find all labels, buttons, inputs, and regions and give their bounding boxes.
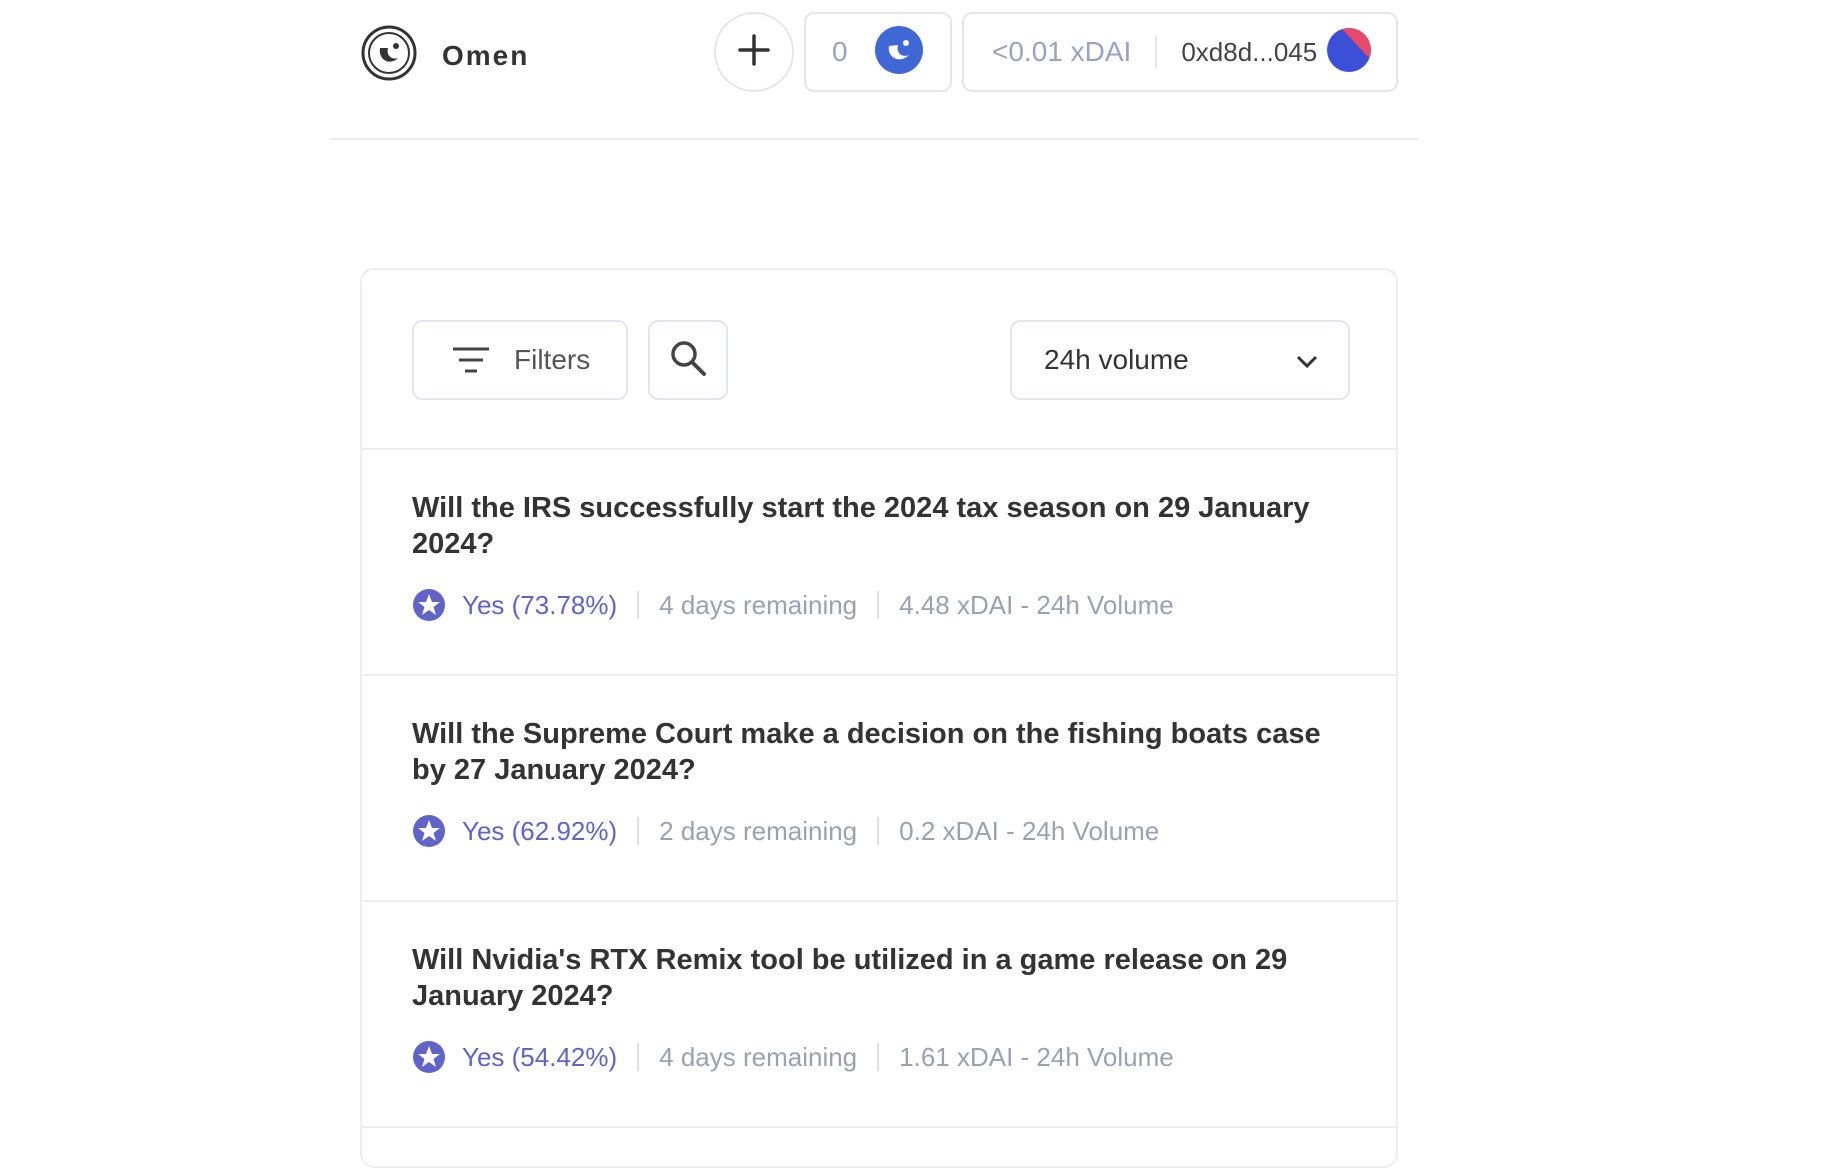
omen-balance-value: 0: [832, 36, 848, 67]
market-volume: 0.2 xDAI - 24h Volume: [899, 815, 1160, 846]
chevron-down-icon: [1296, 344, 1318, 376]
market-volume: 1.61 xDAI - 24h Volume: [899, 1041, 1174, 1072]
omen-logo-icon: [360, 24, 418, 87]
market-title[interactable]: Will Nvidia's RTX Remix tool be utilized…: [412, 942, 1332, 1014]
search-icon: [669, 339, 707, 382]
market-outcome: Yes (54.42%): [462, 1041, 618, 1072]
market-remaining: 4 days remaining: [659, 589, 858, 620]
market-item[interactable]: Will the IRS successfully start the 2024…: [362, 450, 1396, 676]
plus-icon: [737, 33, 771, 72]
star-badge-icon: [412, 814, 446, 848]
wallet-button[interactable]: <0.01 xDAI 0xd8d...045: [962, 12, 1398, 92]
markets-card: Filters 24h volume Will the IRS successf…: [360, 268, 1398, 1168]
market-item[interactable]: Will the Supreme Court make a decision o…: [362, 676, 1396, 902]
market-remaining: 4 days remaining: [659, 1041, 858, 1072]
header-divider: [330, 138, 1418, 140]
omen-balance-button[interactable]: 0: [804, 12, 952, 92]
app-logo[interactable]: Omen: [360, 24, 529, 87]
market-volume: 4.48 xDAI - 24h Volume: [899, 589, 1174, 620]
filters-button[interactable]: Filters: [412, 320, 628, 400]
sort-value: 24h volume: [1044, 344, 1189, 375]
create-market-button[interactable]: [714, 12, 794, 92]
market-title[interactable]: Will the IRS successfully start the 2024…: [412, 490, 1332, 562]
divider: [877, 1043, 880, 1071]
market-item[interactable]: Will Nvidia's RTX Remix tool be utilized…: [362, 902, 1396, 1128]
omen-token-icon: [874, 25, 924, 80]
sort-select[interactable]: 24h volume: [1010, 320, 1350, 400]
divider: [877, 591, 880, 619]
xdai-balance: <0.01 xDAI: [992, 36, 1132, 67]
app-name: Omen: [442, 39, 530, 71]
filter-icon: [452, 346, 490, 374]
divider: [637, 1043, 640, 1071]
divider: [637, 591, 640, 619]
filters-label: Filters: [514, 344, 591, 375]
market-title[interactable]: Will the Supreme Court make a decision o…: [412, 716, 1332, 788]
market-meta: Yes (62.92%) 2 days remaining 0.2 xDAI -…: [412, 814, 1159, 848]
market-remaining: 2 days remaining: [659, 815, 858, 846]
star-badge-icon: [412, 588, 446, 622]
avatar: [1326, 27, 1372, 78]
market-outcome: Yes (62.92%): [462, 815, 618, 846]
market-meta: Yes (73.78%) 4 days remaining 4.48 xDAI …: [412, 588, 1174, 622]
market-meta: Yes (54.42%) 4 days remaining 1.61 xDAI …: [412, 1040, 1174, 1074]
wallet-address: 0xd8d...045: [1181, 36, 1318, 67]
market-outcome: Yes (73.78%): [462, 589, 618, 620]
search-button[interactable]: [648, 320, 728, 400]
star-badge-icon: [412, 1040, 446, 1074]
divider: [1155, 35, 1158, 69]
divider: [637, 817, 640, 845]
divider: [877, 817, 880, 845]
